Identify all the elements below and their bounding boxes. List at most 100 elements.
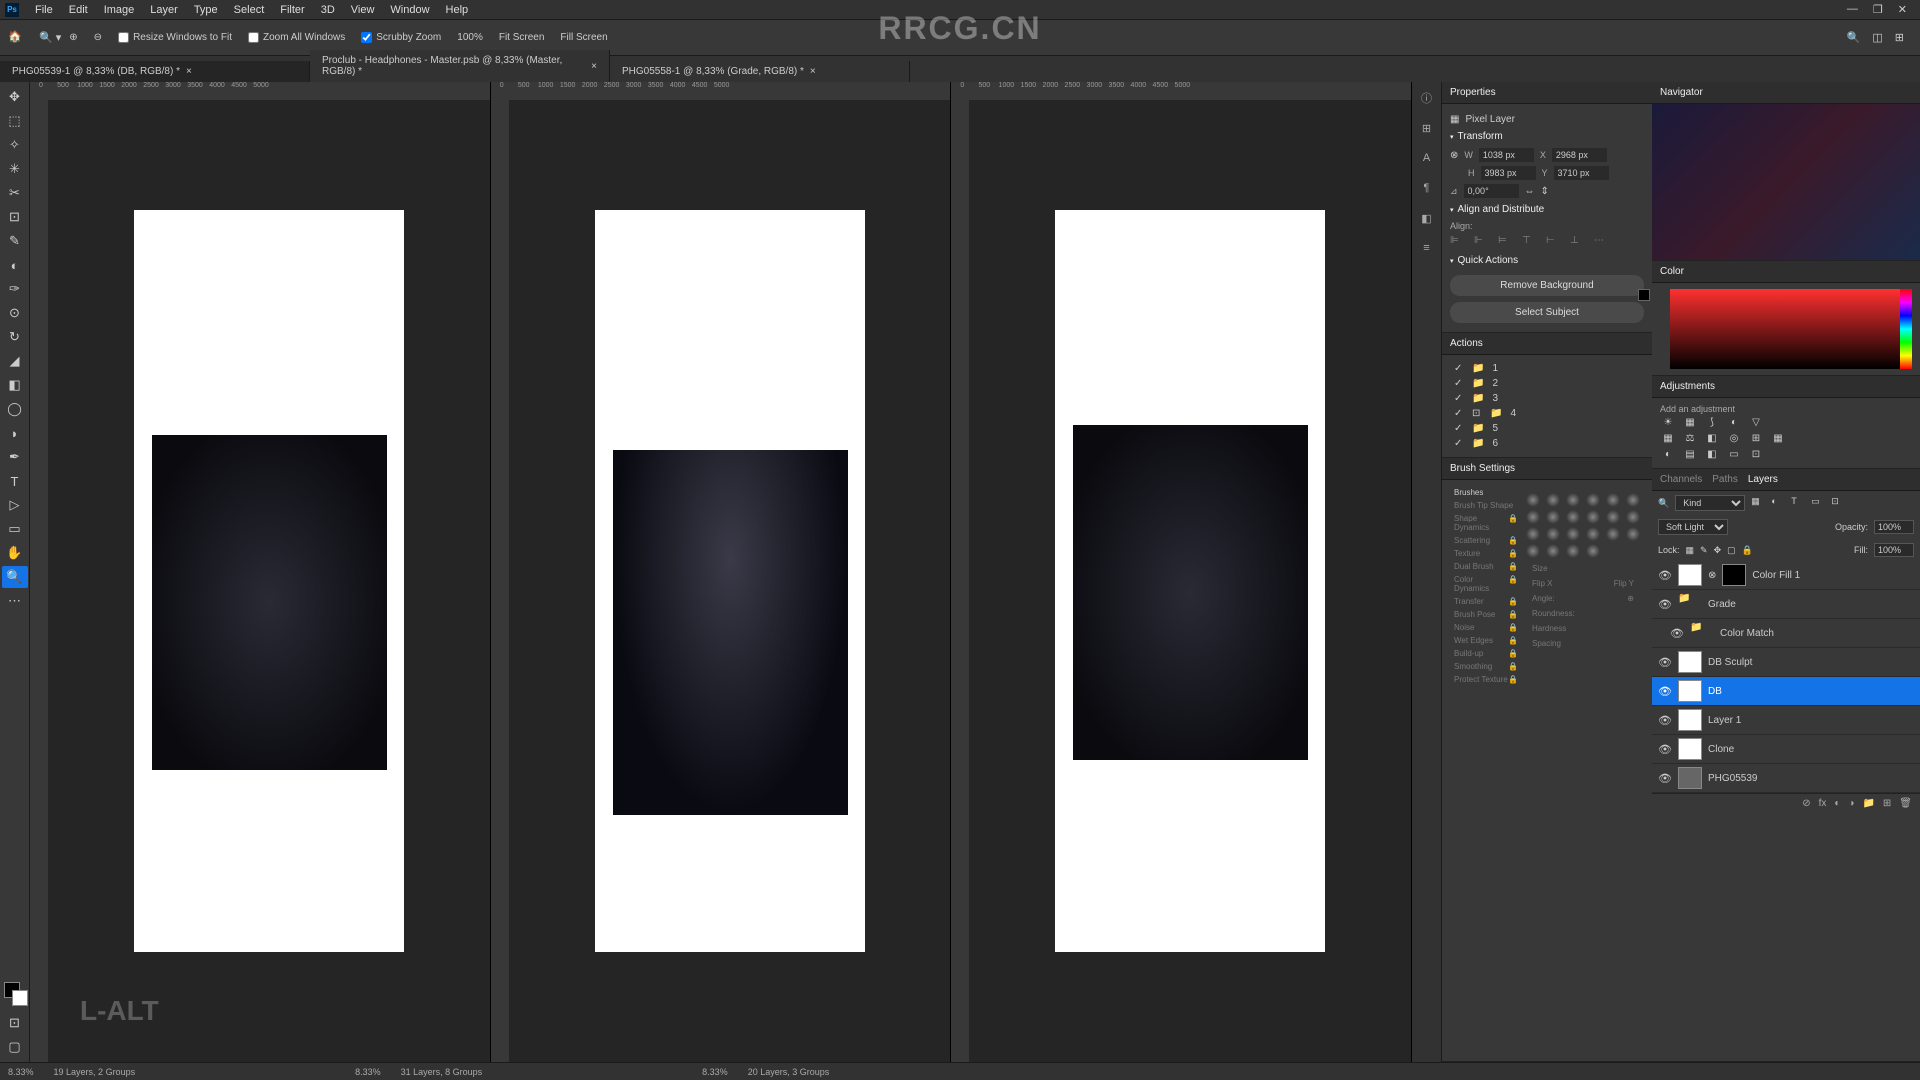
align-right-icon[interactable]: ⊨ xyxy=(1498,235,1512,249)
brush-option[interactable]: Texture🔒 xyxy=(1450,547,1522,560)
home-icon[interactable]: 🏠 xyxy=(8,30,24,46)
brush-preset[interactable] xyxy=(1526,510,1540,524)
document-canvas-1[interactable] xyxy=(134,210,404,952)
x-input[interactable] xyxy=(1552,148,1607,162)
add-mask-icon[interactable]: ◐ xyxy=(1834,798,1840,809)
channels-tab[interactable]: Channels xyxy=(1660,474,1702,485)
brush-option[interactable]: Transfer🔒 xyxy=(1450,595,1522,608)
close-icon[interactable]: × xyxy=(810,66,816,77)
current-color-swatch[interactable] xyxy=(1638,289,1650,301)
hand-tool[interactable]: ✋ xyxy=(2,542,28,564)
visibility-icon[interactable]: 👁 xyxy=(1658,714,1672,727)
navigator-tab[interactable]: Navigator xyxy=(1660,87,1703,98)
brush-preset[interactable] xyxy=(1586,493,1600,507)
document-canvas-2[interactable] xyxy=(595,210,865,952)
brush-option[interactable]: Scattering🔒 xyxy=(1450,534,1522,547)
threshold-icon[interactable]: ◧ xyxy=(1704,446,1720,462)
exposure-icon[interactable]: ◐ xyxy=(1726,414,1742,430)
brush-option[interactable]: Dual Brush🔒 xyxy=(1450,560,1522,573)
brush-preset[interactable] xyxy=(1526,527,1540,541)
move-tool[interactable]: ✥ xyxy=(2,86,28,108)
action-item[interactable]: ✓📁3 xyxy=(1450,391,1644,406)
layer-thumb[interactable] xyxy=(1678,564,1702,586)
zoom-all-checkbox[interactable]: Zoom All Windows xyxy=(248,32,345,43)
document-pane-1[interactable]: 0500100015002000250030003500400045005000… xyxy=(30,82,491,1062)
scrubby-zoom-checkbox[interactable]: Scrubby Zoom xyxy=(361,32,441,43)
flip-h-icon[interactable]: ⇔ xyxy=(1525,186,1535,197)
align-left-icon[interactable]: ⊫ xyxy=(1450,235,1464,249)
brush-preset[interactable] xyxy=(1606,527,1620,541)
document-canvas-3[interactable] xyxy=(1055,210,1325,952)
brush-preset[interactable] xyxy=(1526,493,1540,507)
frame-tool[interactable]: ⊡ xyxy=(2,206,28,228)
layer-thumb[interactable] xyxy=(1678,680,1702,702)
action-item[interactable]: ✓📁6 xyxy=(1450,436,1644,451)
layer-filter-icon[interactable]: 🔍 xyxy=(1658,498,1669,509)
new-group-icon[interactable]: 📁 xyxy=(1862,798,1874,809)
flip-v-icon[interactable]: ⇕ xyxy=(1541,186,1549,197)
filter-type-icon[interactable]: T xyxy=(1791,496,1805,510)
layers-tab[interactable]: Layers xyxy=(1748,474,1778,485)
layer-item[interactable]: 👁DB Sculpt xyxy=(1652,648,1920,677)
fill-input[interactable] xyxy=(1874,543,1914,557)
layer-thumb[interactable] xyxy=(1678,738,1702,760)
zoom-tool[interactable]: 🔍 xyxy=(2,566,28,588)
color-tab[interactable]: Color xyxy=(1660,266,1684,277)
character-icon[interactable]: A xyxy=(1417,148,1437,168)
brush-option[interactable]: Shape Dynamics🔒 xyxy=(1450,512,1522,534)
channel-mixer-icon[interactable]: ⊞ xyxy=(1748,430,1764,446)
zoom-in-icon[interactable]: ⊕ xyxy=(69,32,77,43)
background-color[interactable] xyxy=(12,990,28,1006)
action-item[interactable]: ✓📁2 xyxy=(1450,376,1644,391)
flipx-label[interactable]: Flip X xyxy=(1532,579,1552,588)
share-icon[interactable]: ◫ xyxy=(1872,31,1882,44)
width-input[interactable] xyxy=(1479,148,1534,162)
lock-transparent-icon[interactable]: ▦ xyxy=(1686,545,1695,556)
brush-preset[interactable] xyxy=(1566,544,1580,558)
menu-select[interactable]: Select xyxy=(226,4,273,16)
brush-option[interactable]: Brush Tip Shape xyxy=(1450,499,1522,512)
new-layer-icon[interactable]: ⊞ xyxy=(1883,798,1891,809)
blend-mode-select[interactable]: Soft Light xyxy=(1658,519,1728,535)
curves-icon[interactable]: ⟆ xyxy=(1704,414,1720,430)
healing-tool[interactable]: ◐ xyxy=(2,254,28,276)
filter-adj-icon[interactable]: ◐ xyxy=(1771,496,1785,510)
brush-preset[interactable] xyxy=(1566,510,1580,524)
filter-pixel-icon[interactable]: ▦ xyxy=(1751,496,1765,510)
fit-screen-button[interactable]: Fit Screen xyxy=(499,32,545,43)
brush-preset[interactable] xyxy=(1586,510,1600,524)
y-input[interactable] xyxy=(1554,166,1609,180)
transform-section[interactable]: Transform xyxy=(1450,131,1644,142)
swatches-icon[interactable]: ⊞ xyxy=(1417,118,1437,138)
brush-preset[interactable] xyxy=(1606,493,1620,507)
layer-item[interactable]: 👁DB xyxy=(1652,677,1920,706)
menu-file[interactable]: File xyxy=(27,4,61,16)
brush-preset[interactable] xyxy=(1546,544,1560,558)
align-center-h-icon[interactable]: ⊩ xyxy=(1474,235,1488,249)
brushes-subtab[interactable]: Brushes xyxy=(1450,486,1522,499)
layer-mask[interactable] xyxy=(1722,564,1746,586)
zoom-readout[interactable]: 8.33% xyxy=(8,1067,34,1077)
tab-doc-2[interactable]: Proclub - Headphones - Master.psb @ 8,33… xyxy=(310,50,610,82)
dodge-tool[interactable]: ◗ xyxy=(2,422,28,444)
path-tool[interactable]: ▷ xyxy=(2,494,28,516)
quick-actions-section[interactable]: Quick Actions xyxy=(1450,255,1644,266)
layer-item[interactable]: 👁📁Color Match xyxy=(1652,619,1920,648)
styles-icon[interactable]: ◧ xyxy=(1417,208,1437,228)
brightness-icon[interactable]: ☀ xyxy=(1660,414,1676,430)
brush-option[interactable]: Color Dynamics🔒 xyxy=(1450,573,1522,595)
layer-thumb[interactable] xyxy=(1678,709,1702,731)
brush-preset[interactable] xyxy=(1606,510,1620,524)
properties-tab[interactable]: Properties xyxy=(1450,87,1496,98)
zoom-readout[interactable]: 8.33% xyxy=(702,1067,728,1077)
paths-tab[interactable]: Paths xyxy=(1712,474,1738,485)
history-brush-tool[interactable]: ↻ xyxy=(2,326,28,348)
lasso-tool[interactable]: ✧ xyxy=(2,134,28,156)
action-item[interactable]: ✓📁1 xyxy=(1450,361,1644,376)
zoom-tool-icon[interactable]: 🔍 ▾ xyxy=(39,31,61,44)
visibility-icon[interactable]: 👁 xyxy=(1658,772,1672,785)
color-balance-icon[interactable]: ⚖ xyxy=(1682,430,1698,446)
brush-preset[interactable] xyxy=(1626,493,1640,507)
layer-item[interactable]: 👁📁Grade xyxy=(1652,590,1920,619)
layer-fx-icon[interactable]: fx xyxy=(1819,798,1827,809)
